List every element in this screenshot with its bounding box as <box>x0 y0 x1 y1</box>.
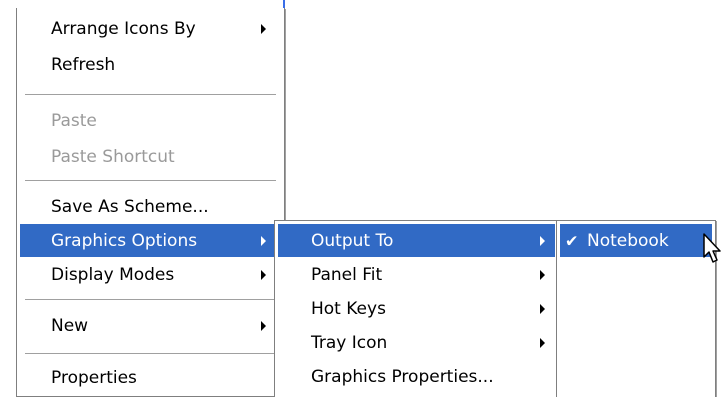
chevron-right-icon <box>261 321 266 331</box>
menu-item-arrange-icons-by[interactable]: Arrange Icons By <box>20 11 281 47</box>
menu-item-label: Paste Shortcut <box>51 147 175 167</box>
mouse-pointer-icon <box>703 233 721 263</box>
menu-item-label: Display Modes <box>51 264 175 285</box>
menu-item-properties[interactable]: Properties <box>20 361 281 395</box>
chevron-right-icon <box>261 269 266 280</box>
menu-item-refresh[interactable]: Refresh <box>20 47 281 83</box>
output-to-submenu: ✔ Notebook <box>556 220 716 397</box>
menu-separator <box>25 180 276 181</box>
desktop-background <box>0 0 283 8</box>
menu-item-label: New <box>51 316 89 336</box>
menu-item-paste[interactable]: Paste <box>20 103 281 139</box>
menu-item-label: Properties <box>51 368 137 388</box>
menu-item-label: Graphics Options <box>51 230 198 251</box>
check-icon: ✔ <box>565 231 579 250</box>
submenu-item-panel-fit[interactable]: Panel Fit <box>278 258 555 292</box>
menu-item-label: Refresh <box>51 55 116 75</box>
menu-separator <box>25 94 276 95</box>
submenu-item-tray-icon[interactable]: Tray Icon <box>278 326 555 360</box>
chevron-right-icon <box>540 235 545 246</box>
menu-item-label: Notebook <box>587 230 669 251</box>
context-menu: Arrange Icons By Refresh Paste Paste Sho… <box>16 8 285 397</box>
chevron-right-icon <box>540 270 545 280</box>
menu-separator <box>25 353 276 354</box>
menu-separator <box>25 299 276 300</box>
submenu-item-notebook[interactable]: ✔ Notebook <box>560 224 712 257</box>
menu-item-label: Panel Fit <box>311 265 383 285</box>
menu-item-label: Graphics Properties... <box>311 367 494 387</box>
chevron-right-icon <box>261 24 266 34</box>
menu-item-label: Output To <box>311 230 394 251</box>
submenu-item-hot-keys[interactable]: Hot Keys <box>278 292 555 326</box>
menu-item-label: Arrange Icons By <box>51 19 196 39</box>
menu-item-label: Hot Keys <box>311 299 386 319</box>
chevron-right-icon <box>261 235 266 246</box>
graphics-options-submenu: Output To Panel Fit Hot Keys Tray Icon G… <box>274 220 559 397</box>
submenu-item-output-to[interactable]: Output To <box>278 224 555 257</box>
menu-item-display-modes[interactable]: Display Modes <box>20 258 281 291</box>
menu-item-new[interactable]: New <box>20 307 281 345</box>
menu-item-label: Tray Icon <box>311 333 388 353</box>
menu-item-graphics-options[interactable]: Graphics Options <box>20 224 281 257</box>
menu-item-save-as-scheme[interactable]: Save As Scheme... <box>20 190 281 223</box>
menu-item-label: Paste <box>51 111 97 131</box>
menu-item-paste-shortcut[interactable]: Paste Shortcut <box>20 139 281 175</box>
chevron-right-icon <box>540 338 545 348</box>
chevron-right-icon <box>540 304 545 314</box>
submenu-item-graphics-properties[interactable]: Graphics Properties... <box>278 360 555 394</box>
menu-item-label: Save As Scheme... <box>51 196 209 217</box>
